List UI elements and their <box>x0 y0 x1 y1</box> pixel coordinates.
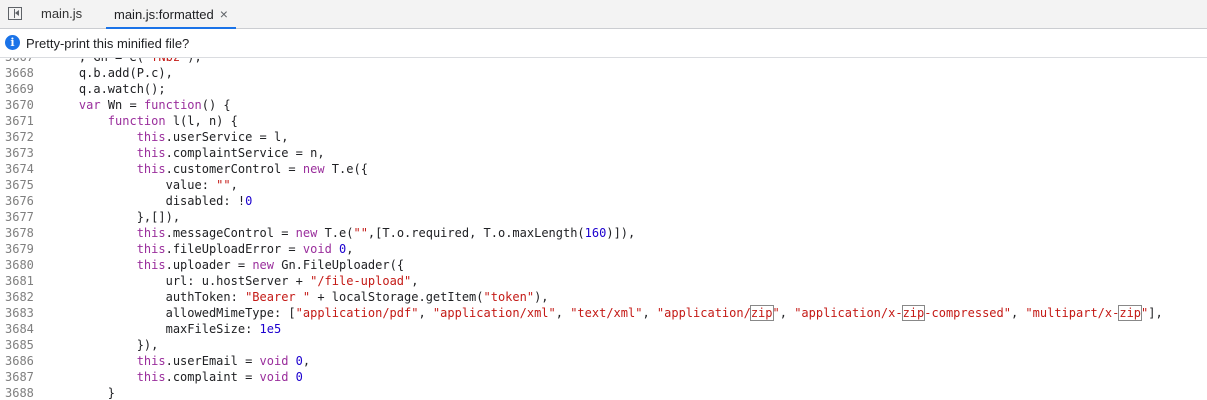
code-line: 3678 this.messageControl = new T.e("",[T… <box>0 225 1207 241</box>
code-text: q.b.add(P.c), <box>50 66 173 80</box>
code-line: 3688 } <box>0 385 1207 400</box>
line-number[interactable]: 3671 <box>5 113 37 129</box>
line-number[interactable]: 3677 <box>5 209 37 225</box>
line-number[interactable]: 3673 <box>5 145 37 161</box>
line-number[interactable]: 3686 <box>5 353 37 369</box>
code-line: 3687 this.complaint = void 0 <box>0 369 1207 385</box>
code-line: 3672 this.userService = l, <box>0 129 1207 145</box>
code-text: this.customerControl = new T.e({ <box>136 162 368 176</box>
code-text: function l(l, n) { <box>107 114 238 128</box>
line-number[interactable]: 3688 <box>5 385 37 400</box>
line-number[interactable]: 3682 <box>5 289 37 305</box>
line-number[interactable]: 3675 <box>5 177 37 193</box>
code-line: 3667 , Gn = e("fNbz"); <box>0 58 1207 65</box>
code-line: 3686 this.userEmail = void 0, <box>0 353 1207 369</box>
line-number[interactable]: 3668 <box>5 65 37 81</box>
code-text: this.complaintService = n, <box>136 146 325 160</box>
pretty-print-infobar: i Pretty-print this minified file? <box>0 29 1207 58</box>
line-number[interactable]: 3683 <box>5 305 37 321</box>
tab-label: main.js:formatted <box>114 7 214 22</box>
sidebar-toggle-arrow <box>15 10 19 16</box>
code-text: this.fileUploadError = void 0, <box>136 242 354 256</box>
pretty-print-prompt[interactable]: Pretty-print this minified file? <box>26 36 189 51</box>
code-line: 3674 this.customerControl = new T.e({ <box>0 161 1207 177</box>
code-line: 3669 q.a.watch(); <box>0 81 1207 97</box>
code-line: 3683 allowedMimeType: ["application/pdf"… <box>0 305 1207 321</box>
line-number[interactable]: 3676 <box>5 193 37 209</box>
code-line: 3685 }), <box>0 337 1207 353</box>
code-text: } <box>50 386 116 400</box>
code-text: url: u.hostServer + "/file-upload", <box>50 274 419 288</box>
code-text: allowedMimeType: ["application/pdf", "ap… <box>50 305 1163 321</box>
line-number[interactable]: 3674 <box>5 161 37 177</box>
code-line: 3670 var Wn = function() { <box>0 97 1207 113</box>
info-icon: i <box>5 35 20 50</box>
code-text: this.userService = l, <box>136 130 289 144</box>
code-text: , Gn = e("fNbz"); <box>50 58 202 65</box>
code-line: 3675 value: "", <box>0 177 1207 193</box>
code-text: }), <box>50 338 159 352</box>
code-text: authToken: "Bearer " + localStorage.getI… <box>50 290 549 304</box>
code-text: this.messageControl = new T.e("",[T.o.re… <box>136 226 636 240</box>
code-line: 3684 maxFileSize: 1e5 <box>0 321 1207 337</box>
tab-bar: main.js main.js:formatted × <box>0 0 1207 29</box>
code-line: 3671 function l(l, n) { <box>0 113 1207 129</box>
code-line: 3677 },[]), <box>0 209 1207 225</box>
line-number[interactable]: 3669 <box>5 81 37 97</box>
code-text: maxFileSize: 1e5 <box>50 322 282 336</box>
code-editor[interactable]: 3667 , Gn = e("fNbz");3668 q.b.add(P.c),… <box>0 58 1207 400</box>
line-number[interactable]: 3685 <box>5 337 37 353</box>
code-text: this.uploader = new Gn.FileUploader({ <box>136 258 405 272</box>
line-number[interactable]: 3687 <box>5 369 37 385</box>
code-line: 3679 this.fileUploadError = void 0, <box>0 241 1207 257</box>
code-text: },[]), <box>50 210 181 224</box>
close-icon[interactable]: × <box>220 0 228 28</box>
code-text: value: "", <box>50 178 238 192</box>
code-line: 3681 url: u.hostServer + "/file-upload", <box>0 273 1207 289</box>
line-number[interactable]: 3667 <box>5 58 37 65</box>
code-line: 3680 this.uploader = new Gn.FileUploader… <box>0 257 1207 273</box>
code-text: q.a.watch(); <box>50 82 166 96</box>
code-text: this.complaint = void 0 <box>136 370 303 384</box>
tab-label: main.js <box>41 6 83 21</box>
sidebar-toggle-icon[interactable] <box>8 7 22 20</box>
code-text: this.userEmail = void 0, <box>136 354 311 368</box>
code-line: 3676 disabled: !0 <box>0 193 1207 209</box>
tab-main-js-formatted[interactable]: main.js:formatted × <box>106 0 236 29</box>
code-line: 3668 q.b.add(P.c), <box>0 65 1207 81</box>
line-number[interactable]: 3670 <box>5 97 37 113</box>
code-text: var Wn = function() { <box>78 98 231 112</box>
line-number[interactable]: 3672 <box>5 129 37 145</box>
tab-main-js[interactable]: main.js <box>33 0 90 28</box>
code-lines: 3667 , Gn = e("fNbz");3668 q.b.add(P.c),… <box>0 58 1207 400</box>
code-text: disabled: !0 <box>50 194 253 208</box>
line-number[interactable]: 3681 <box>5 273 37 289</box>
line-number[interactable]: 3684 <box>5 321 37 337</box>
line-number[interactable]: 3680 <box>5 257 37 273</box>
line-number[interactable]: 3678 <box>5 225 37 241</box>
code-line: 3682 authToken: "Bearer " + localStorage… <box>0 289 1207 305</box>
code-line: 3673 this.complaintService = n, <box>0 145 1207 161</box>
line-number[interactable]: 3679 <box>5 241 37 257</box>
